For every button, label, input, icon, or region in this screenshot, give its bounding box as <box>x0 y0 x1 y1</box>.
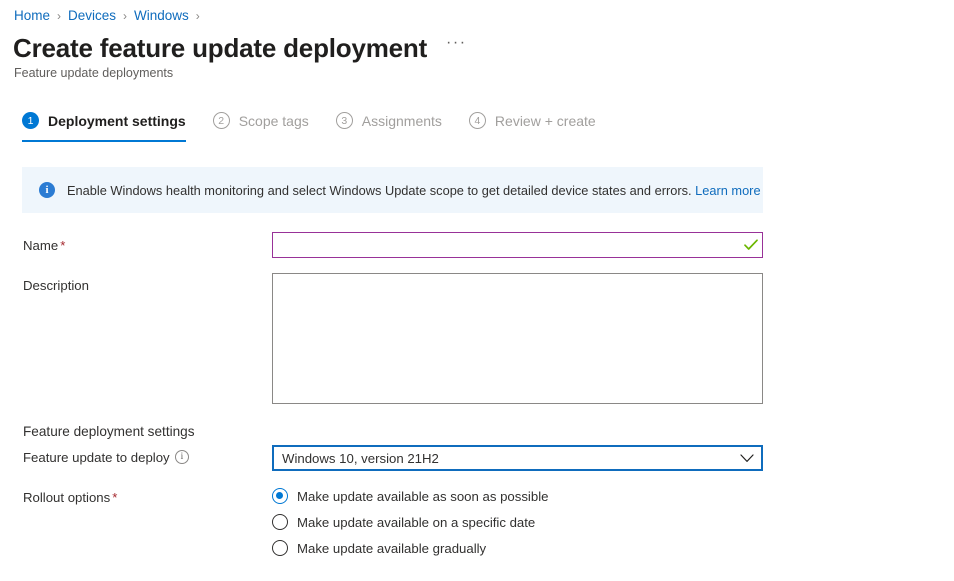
feature-deployment-settings-heading: Feature deployment settings <box>23 424 195 439</box>
rollout-options-radio-group: Make update available as soon as possibl… <box>272 483 548 561</box>
tab-number-badge: 2 <box>212 112 230 129</box>
breadcrumb-item-windows[interactable]: Windows <box>134 7 189 25</box>
more-actions-icon[interactable]: ··· <box>443 32 469 59</box>
radio-option-as-soon-as-possible[interactable]: Make update available as soon as possibl… <box>272 483 548 509</box>
page-header: Create feature update deployment ··· <box>13 32 470 64</box>
tab-number-badge: 3 <box>335 112 353 129</box>
breadcrumb-separator-icon: › <box>195 9 200 23</box>
description-label: Description <box>23 278 89 293</box>
tab-scope-tags[interactable]: 2 Scope tags <box>212 112 309 142</box>
tab-number-badge: 4 <box>468 112 486 129</box>
required-marker: * <box>112 490 118 505</box>
radio-mark-icon <box>272 540 288 556</box>
breadcrumb-separator-icon: › <box>57 9 62 23</box>
radio-label: Make update available on a specific date <box>297 514 536 530</box>
rollout-options-label: Rollout options * <box>23 489 117 506</box>
breadcrumb-item-devices[interactable]: Devices <box>68 7 116 25</box>
name-label-text: Name <box>23 238 59 253</box>
tab-label: Deployment settings <box>48 112 186 129</box>
tab-label: Review + create <box>494 112 596 129</box>
breadcrumb: Home › Devices › Windows › <box>14 7 207 25</box>
info-help-icon[interactable]: i <box>175 450 189 464</box>
radio-mark-icon <box>272 514 288 530</box>
required-marker: * <box>60 238 66 253</box>
page-subtitle: Feature update deployments <box>14 66 174 80</box>
tab-label: Scope tags <box>238 112 309 129</box>
name-label: Name * <box>23 237 65 254</box>
info-banner: i Enable Windows health monitoring and s… <box>22 167 763 213</box>
radio-option-specific-date[interactable]: Make update available on a specific date <box>272 509 548 535</box>
wizard-tabs: 1 Deployment settings 2 Scope tags 3 Ass… <box>22 112 623 142</box>
tab-review-create[interactable]: 4 Review + create <box>468 112 596 142</box>
breadcrumb-separator-icon: › <box>123 9 128 23</box>
chevron-down-icon <box>733 453 761 463</box>
radio-label: Make update available as soon as possibl… <box>297 488 549 504</box>
radio-label: Make update available gradually <box>297 540 487 556</box>
name-field-wrapper[interactable] <box>272 232 763 258</box>
radio-mark-icon <box>272 488 288 504</box>
info-icon: i <box>39 182 55 198</box>
feature-update-selected-value: Windows 10, version 21H2 <box>282 450 439 466</box>
learn-more-link[interactable]: Learn more <box>695 183 760 198</box>
name-input[interactable] <box>273 234 740 256</box>
feature-update-label: Feature update to deploy <box>23 450 170 465</box>
breadcrumb-item-home[interactable]: Home <box>14 7 50 25</box>
tab-deployment-settings[interactable]: 1 Deployment settings <box>22 112 186 142</box>
valid-check-icon <box>740 233 762 257</box>
feature-update-select[interactable]: Windows 10, version 21H2 <box>272 445 763 471</box>
tab-number-badge: 1 <box>22 112 39 129</box>
info-banner-text: Enable Windows health monitoring and sel… <box>67 182 761 199</box>
page-title: Create feature update deployment <box>13 33 428 63</box>
tab-assignments[interactable]: 3 Assignments <box>335 112 442 142</box>
rollout-options-label-text: Rollout options <box>23 490 111 505</box>
radio-option-gradually[interactable]: Make update available gradually <box>272 535 548 561</box>
tab-label: Assignments <box>361 112 442 129</box>
description-input[interactable] <box>272 273 763 404</box>
info-banner-message: Enable Windows health monitoring and sel… <box>67 182 692 198</box>
